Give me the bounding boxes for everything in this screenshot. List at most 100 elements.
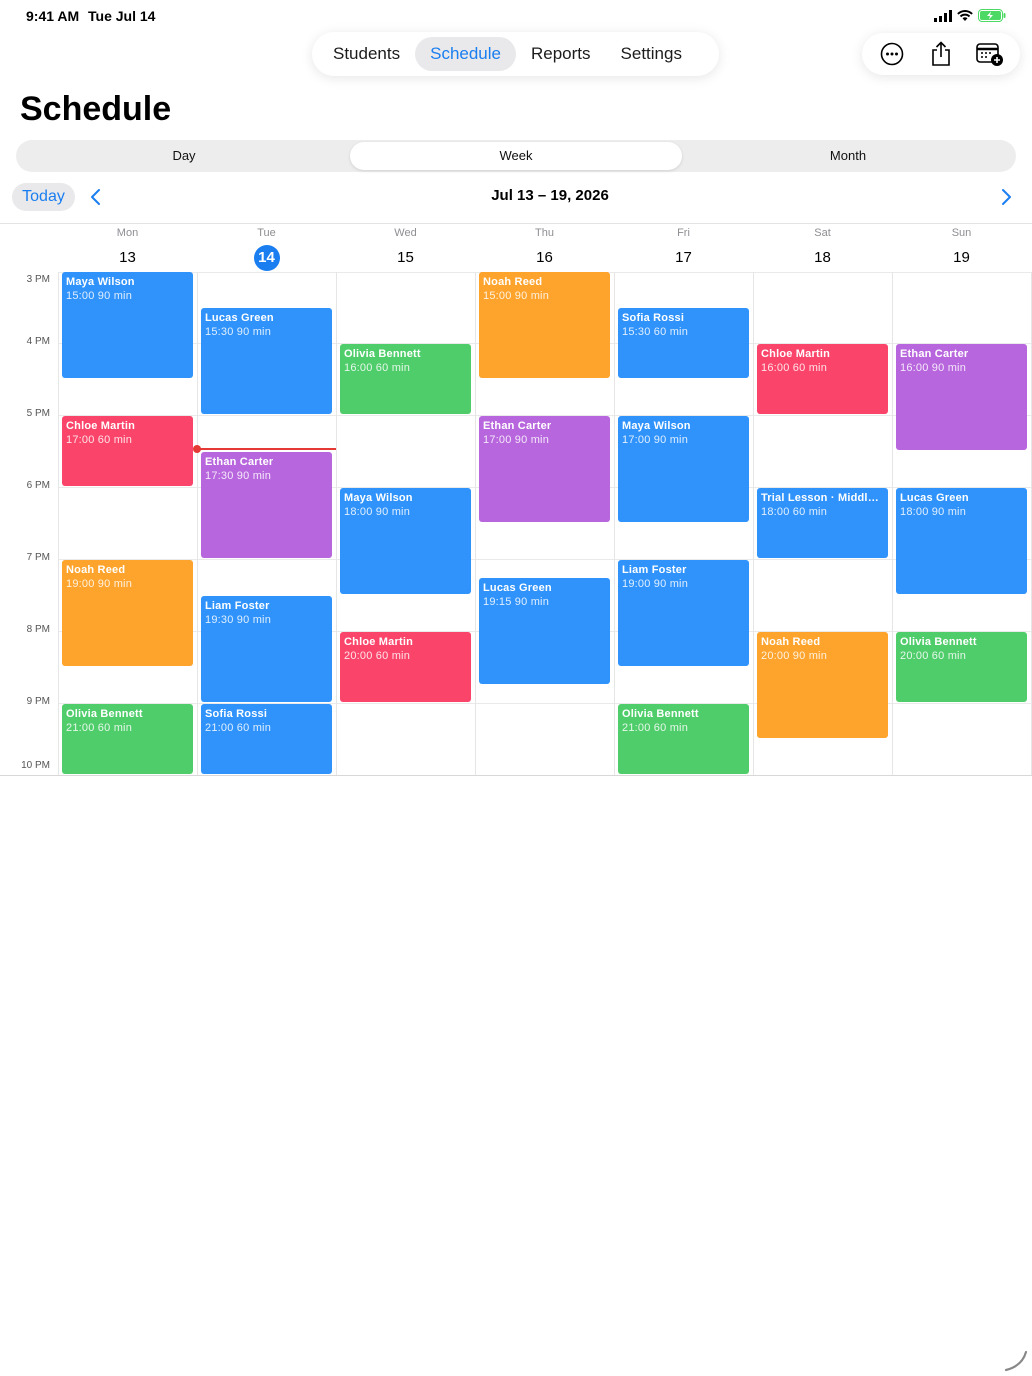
event-title: Noah Reed (761, 636, 821, 648)
event-duration: 90 min (97, 578, 133, 590)
event-title: Olivia Bennett (66, 708, 143, 720)
event-time: 17:00 90 min (483, 434, 606, 446)
day-number: 17 (675, 249, 692, 266)
event-card[interactable]: Noah Reed 15:00 90 min (479, 272, 610, 378)
event-card[interactable]: Olivia Bennett 20:00 60 min (896, 632, 1027, 702)
event-start: 19:00 (622, 578, 651, 590)
event-title: Lucas Green (900, 492, 969, 504)
hour-label: 9 PM (26, 696, 50, 707)
add-event-button[interactable] (972, 36, 1008, 72)
event-title: Lucas Green (483, 582, 552, 594)
previous-week-button[interactable] (86, 186, 106, 208)
hour-label: 3 PM (26, 274, 50, 285)
event-title: Ethan Carter (205, 456, 274, 468)
event-card[interactable]: Olivia Bennett 21:00 60 min (62, 704, 193, 774)
battery-charging-icon (978, 9, 1006, 22)
view-mode-day[interactable]: Day (18, 142, 350, 170)
event-time: 18:00 90 min (900, 506, 1023, 518)
calendar-add-icon (975, 43, 1003, 66)
event-duration: 90 min (653, 578, 689, 590)
event-card[interactable]: Noah Reed 20:00 90 min (757, 632, 888, 738)
event-start: 19:15 (483, 596, 512, 608)
event-title: Maya Wilson (622, 420, 691, 432)
tab-settings[interactable]: Settings (606, 37, 697, 71)
hour-label: 5 PM (26, 408, 50, 419)
tab-schedule[interactable]: Schedule (415, 37, 516, 71)
event-duration: 60 min (931, 650, 967, 662)
event-duration: 90 min (514, 596, 550, 608)
event-duration: 60 min (653, 722, 689, 734)
event-card[interactable]: Ethan Carter 17:30 90 min (201, 452, 332, 558)
event-card[interactable]: Ethan Carter 16:00 90 min (896, 344, 1027, 450)
share-button[interactable] (923, 36, 959, 72)
day-name: Thu (535, 227, 554, 239)
event-duration: 90 min (792, 650, 828, 662)
event-card[interactable]: Liam Foster 19:00 90 min (618, 560, 749, 666)
event-card[interactable]: Olivia Bennett 16:00 60 min (340, 344, 471, 414)
event-time: 16:00 90 min (900, 362, 1023, 374)
event-card[interactable]: Chloe Martin 16:00 60 min (757, 344, 888, 414)
current-time-line (197, 448, 336, 450)
day-header-mon[interactable]: Mon 13 (58, 224, 197, 271)
status-icons (934, 9, 1006, 22)
today-button[interactable]: Today (12, 183, 75, 211)
event-start: 18:00 (900, 506, 929, 518)
event-card[interactable]: Noah Reed 19:00 90 min (62, 560, 193, 666)
day-header-fri[interactable]: Fri 17 (614, 224, 753, 271)
event-card[interactable]: Lucas Green 19:15 90 min (479, 578, 610, 684)
resize-handle-icon (1004, 1350, 1028, 1372)
day-column-divider (753, 272, 754, 776)
event-duration: 60 min (375, 650, 411, 662)
day-header-thu[interactable]: Thu 16 (475, 224, 614, 271)
event-start: 17:30 (205, 470, 234, 482)
event-title: Liam Foster (205, 600, 270, 612)
event-card[interactable]: Chloe Martin 20:00 60 min (340, 632, 471, 702)
event-time: 21:00 60 min (66, 722, 189, 734)
event-title: Noah Reed (483, 276, 543, 288)
cellular-signal-icon (934, 9, 952, 22)
next-week-button[interactable] (996, 186, 1016, 208)
event-duration: 90 min (236, 614, 272, 626)
event-duration: 60 min (97, 722, 133, 734)
event-time: 15:00 90 min (66, 290, 189, 302)
event-card[interactable]: Sofia Rossi 21:00 60 min (201, 704, 332, 774)
event-duration: 90 min (514, 290, 550, 302)
share-icon (932, 41, 950, 66)
tab-reports[interactable]: Reports (516, 37, 606, 71)
event-card[interactable]: Maya Wilson 15:00 90 min (62, 272, 193, 378)
event-time: 15:30 90 min (205, 326, 328, 338)
day-header-sat[interactable]: Sat 18 (753, 224, 892, 271)
event-card[interactable]: Lucas Green 18:00 90 min (896, 488, 1027, 594)
day-header-tue[interactable]: Tue 14 (197, 224, 336, 271)
tab-students[interactable]: Students (318, 37, 415, 71)
event-card[interactable]: Chloe Martin 17:00 60 min (62, 416, 193, 486)
day-header-wed[interactable]: Wed 15 (336, 224, 475, 271)
week-grid[interactable]: 3 PM 4 PM 5 PM 6 PM 7 PM 8 PM 9 PM 10 PM… (0, 272, 1032, 776)
event-card[interactable]: Trial Lesson · Middle School 18:00 60 min (757, 488, 888, 558)
event-card[interactable]: Ethan Carter 17:00 90 min (479, 416, 610, 522)
event-start: 15:30 (622, 326, 651, 338)
event-card[interactable]: Sofia Rossi 15:30 60 min (618, 308, 749, 378)
day-column-divider (475, 272, 476, 776)
event-duration: 60 min (375, 362, 411, 374)
day-header-sun[interactable]: Sun 19 (892, 224, 1031, 271)
event-card[interactable]: Lucas Green 15:30 90 min (201, 308, 332, 414)
day-column-divider (892, 272, 893, 776)
event-card[interactable]: Maya Wilson 17:00 90 min (618, 416, 749, 522)
day-number: 19 (953, 249, 970, 266)
view-mode-month[interactable]: Month (682, 142, 1014, 170)
event-card[interactable]: Maya Wilson 18:00 90 min (340, 488, 471, 594)
hour-label: 7 PM (26, 552, 50, 563)
more-button[interactable] (874, 36, 910, 72)
week-range-title: Jul 13 – 19, 2026 (491, 187, 609, 204)
day-name: Tue (257, 227, 276, 239)
event-time: 20:00 60 min (344, 650, 467, 662)
view-mode-week[interactable]: Week (350, 142, 682, 170)
grid-bottom-border (0, 775, 1032, 776)
event-card[interactable]: Liam Foster 19:30 90 min (201, 596, 332, 702)
event-start: 17:00 (622, 434, 651, 446)
hour-label: 10 PM (21, 760, 50, 771)
event-card[interactable]: Olivia Bennett 21:00 60 min (618, 704, 749, 774)
day-number: 15 (397, 249, 414, 266)
toolbar-actions (862, 33, 1020, 75)
